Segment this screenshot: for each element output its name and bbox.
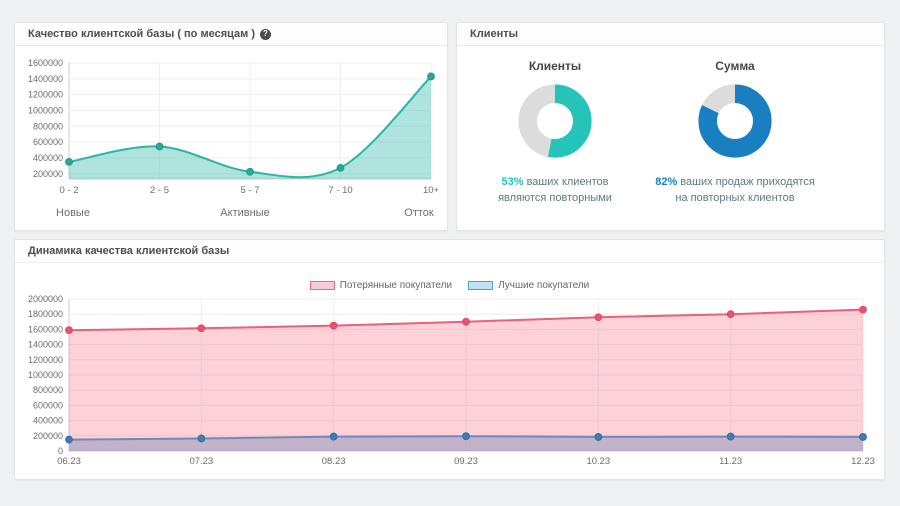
panel-dynamics-header: Динамика качества клиентской базы <box>15 240 884 263</box>
donut-sum-block: Сумма 82% ваших продаж приходятся на пов… <box>645 59 825 206</box>
legend-swatch-best <box>468 281 494 290</box>
svg-text:10.23: 10.23 <box>586 456 610 467</box>
panel-quality-title: Качество клиентской базы ( по месяцам ) <box>28 28 255 40</box>
svg-text:1400000: 1400000 <box>28 340 63 350</box>
clients-caption-line1: ваших клиентов <box>526 176 609 188</box>
sum-caption-line2: на повторных клиентов <box>675 192 795 204</box>
svg-text:08.23: 08.23 <box>322 456 346 467</box>
donut-clients-caption: 53% ваших клиентов являются повторными <box>465 174 645 206</box>
svg-text:5 - 7: 5 - 7 <box>240 185 259 196</box>
svg-text:0 - 2: 0 - 2 <box>59 185 78 196</box>
panel-clients-title: Клиенты <box>470 28 519 40</box>
svg-text:07.23: 07.23 <box>189 456 213 467</box>
svg-text:1200000: 1200000 <box>28 355 63 365</box>
panel-quality: Качество клиентской базы ( по месяцам ) … <box>14 22 448 231</box>
donut-sum-heading: Сумма <box>715 59 755 73</box>
svg-text:06.23: 06.23 <box>57 456 81 467</box>
svg-text:1600000: 1600000 <box>28 58 63 68</box>
svg-text:Новые: Новые <box>56 207 90 219</box>
svg-text:2 - 5: 2 - 5 <box>150 185 169 196</box>
clients-donut-chart[interactable] <box>516 82 594 160</box>
sum-caption-line1: ваших продаж приходятся <box>680 176 815 188</box>
donut-clients-heading: Клиенты <box>528 59 582 73</box>
svg-text:600000: 600000 <box>33 400 63 410</box>
svg-text:1000000: 1000000 <box>28 105 63 115</box>
sum-donut-chart[interactable] <box>696 82 774 160</box>
dynamics-area-chart[interactable]: 0 200000 400000 600000 800000 1000000 1200000 1… <box>15 290 884 479</box>
svg-text:1400000: 1400000 <box>28 74 63 84</box>
svg-text:800000: 800000 <box>33 121 63 131</box>
svg-text:1600000: 1600000 <box>28 324 63 334</box>
svg-text:400000: 400000 <box>33 153 63 163</box>
svg-text:11.23: 11.23 <box>719 456 742 467</box>
svg-text:1200000: 1200000 <box>28 90 63 100</box>
donut-clients-block: Клиенты 53% ваших клиентов являются повт… <box>465 59 645 206</box>
sum-percent: 82% <box>655 176 678 188</box>
quality-area-chart[interactable]: 200000 400000 600000 800000 1000000 1200000 14… <box>15 47 449 231</box>
panel-quality-header: Качество клиентской базы ( по месяцам ) … <box>15 23 447 46</box>
donut-sum-caption: 82% ваших продаж приходятся на повторных… <box>645 174 825 206</box>
panel-dynamics-title: Динамика качества клиентской базы <box>28 245 230 257</box>
svg-text:Отток: Отток <box>404 207 434 219</box>
svg-text:10+: 10+ <box>423 185 440 196</box>
svg-text:800000: 800000 <box>33 385 63 395</box>
svg-text:400000: 400000 <box>33 416 63 426</box>
clients-caption-line2: являются повторными <box>498 192 612 204</box>
panel-clients-header: Клиенты <box>457 23 884 46</box>
panel-dynamics: Динамика качества клиентской базы Потеря… <box>14 239 885 480</box>
panel-clients: Клиенты Клиенты 53% ваших клиентов являю… <box>456 22 885 231</box>
clients-percent: 53% <box>501 176 524 188</box>
legend-swatch-lost <box>309 281 335 290</box>
svg-text:7 - 10: 7 - 10 <box>328 185 352 196</box>
help-icon[interactable]: ? <box>259 28 271 40</box>
svg-text:1000000: 1000000 <box>28 370 63 380</box>
svg-text:200000: 200000 <box>33 431 63 441</box>
svg-text:200000: 200000 <box>33 169 63 179</box>
svg-text:09.23: 09.23 <box>454 456 478 467</box>
svg-text:2000000: 2000000 <box>28 294 63 304</box>
dashboard: Качество клиентской базы ( по месяцам ) … <box>0 0 900 506</box>
svg-text:1800000: 1800000 <box>28 309 63 319</box>
svg-text:Активные: Активные <box>220 207 269 219</box>
svg-text:600000: 600000 <box>33 137 63 147</box>
svg-text:0: 0 <box>58 446 63 456</box>
svg-text:12.23: 12.23 <box>851 456 875 467</box>
donuts-area: Клиенты 53% ваших клиентов являются повт… <box>457 46 884 231</box>
